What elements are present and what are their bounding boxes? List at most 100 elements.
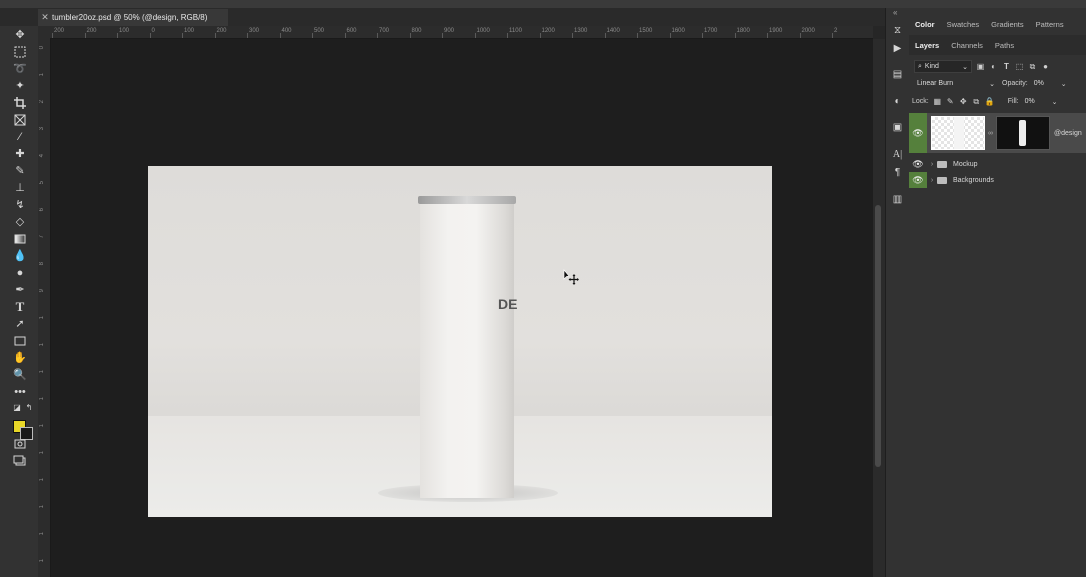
ruler-tick bbox=[734, 33, 736, 38]
layer-mask-thumbnail[interactable] bbox=[996, 116, 1050, 150]
type-filter-icon[interactable]: T bbox=[1002, 62, 1011, 71]
3d-panel-icon[interactable]: ▥ bbox=[891, 193, 904, 206]
ruler-tick bbox=[214, 33, 216, 38]
tab-patterns[interactable]: Patterns bbox=[1030, 20, 1070, 29]
shape-filter-icon[interactable]: ⬚ bbox=[1015, 62, 1024, 71]
opacity-dropdown-icon[interactable]: ⌄ bbox=[1061, 80, 1067, 88]
crop-icon[interactable] bbox=[13, 96, 27, 110]
lock-row: Lock: ▦ ✎ ✥ ⧉ 🔒 Fill: 0% ⌄ bbox=[909, 96, 1086, 107]
tab-color[interactable]: Color bbox=[909, 20, 941, 29]
layer-row-backgrounds[interactable]: 👁 › Backgrounds bbox=[909, 172, 1086, 188]
clone-stamp-icon[interactable]: ⊥ bbox=[13, 181, 27, 195]
layer-name: @design bbox=[1054, 129, 1082, 137]
adjustments-panel-icon[interactable]: ◐ bbox=[891, 95, 904, 108]
properties-panel-icon[interactable]: ▣ bbox=[891, 121, 904, 134]
opacity-input[interactable]: 0% bbox=[1031, 78, 1057, 89]
ruler-tick bbox=[84, 33, 86, 38]
more-icon[interactable]: ••• bbox=[13, 385, 27, 399]
rectangle-icon[interactable] bbox=[13, 334, 27, 348]
ruler-tick bbox=[117, 33, 118, 38]
ruler-tick bbox=[52, 33, 53, 38]
tab-paths[interactable]: Paths bbox=[989, 41, 1020, 50]
move-icon[interactable]: ✥ bbox=[13, 28, 27, 42]
actions-panel-icon[interactable]: ▶ bbox=[891, 42, 904, 55]
dodge-icon[interactable]: ● bbox=[13, 266, 27, 280]
magic-wand-icon[interactable]: ✦ bbox=[13, 79, 27, 93]
libraries-panel-icon[interactable]: ▤ bbox=[891, 68, 904, 81]
tab-gradients[interactable]: Gradients bbox=[985, 20, 1030, 29]
ruler-tick-label: 2 bbox=[834, 28, 838, 34]
ruler-tick-label: 1 bbox=[39, 505, 45, 509]
document-tab[interactable]: ✕ tumbler20oz.psd @ 50% (@design, RGB/8) bbox=[38, 9, 228, 26]
eyedropper-icon[interactable]: ⁄ bbox=[13, 130, 27, 144]
smart-object-filter-icon[interactable]: ⧉ bbox=[1028, 62, 1037, 71]
close-tab-icon[interactable]: ✕ bbox=[38, 12, 52, 23]
swap-colors-icon[interactable]: ↰ bbox=[22, 401, 36, 415]
vertical-scrollbar-thumb[interactable] bbox=[875, 205, 881, 467]
zoom-icon[interactable]: 🔍 bbox=[13, 368, 27, 382]
ruler-tick-label: 8 bbox=[39, 262, 45, 266]
ruler-tick-label: 1100 bbox=[509, 28, 522, 34]
blend-mode-select[interactable]: Linear Burn ⌄ bbox=[914, 78, 998, 89]
visibility-eye-icon[interactable]: 👁 bbox=[909, 156, 927, 172]
healing-brush-icon[interactable]: ✚ bbox=[13, 147, 27, 161]
visibility-eye-icon[interactable]: 👁 bbox=[909, 172, 927, 188]
ruler-tick bbox=[832, 33, 833, 38]
chevron-down-icon: ⌄ bbox=[962, 63, 968, 71]
ruler-tick-label: 3 bbox=[39, 127, 45, 131]
screen-mode-icon[interactable] bbox=[13, 454, 27, 468]
lock-transparent-icon[interactable]: ▦ bbox=[933, 97, 942, 106]
eraser-icon[interactable]: ◇ bbox=[13, 215, 27, 229]
right-panel: Color Swatches Gradients Patterns Layers… bbox=[909, 8, 1086, 577]
hand-icon[interactable]: ✋ bbox=[13, 351, 27, 365]
fill-dropdown-icon[interactable]: ⌄ bbox=[1052, 98, 1058, 106]
history-brush-icon[interactable]: ↯ bbox=[13, 198, 27, 212]
pen-icon[interactable]: ✒ bbox=[13, 283, 27, 297]
ruler-tick bbox=[669, 33, 671, 38]
marquee-icon[interactable] bbox=[13, 45, 27, 59]
history-panel-icon[interactable]: ⧖ bbox=[891, 24, 904, 37]
pixel-filter-icon[interactable]: ▣ bbox=[976, 62, 985, 71]
ruler-tick-label: 100 bbox=[119, 28, 130, 34]
layer-row-mockup[interactable]: 👁 › Mockup bbox=[909, 156, 1086, 172]
mask-link-icon[interactable]: ∞ bbox=[988, 130, 996, 137]
ruler-tick bbox=[247, 33, 248, 38]
layer-name: Backgrounds bbox=[953, 176, 994, 184]
document-canvas[interactable]: DE bbox=[148, 166, 772, 517]
lock-position-icon[interactable]: ✥ bbox=[959, 97, 968, 106]
ruler-tick bbox=[702, 33, 703, 38]
tab-channels[interactable]: Channels bbox=[945, 41, 989, 50]
brush-icon[interactable]: ✎ bbox=[13, 164, 27, 178]
chevron-right-icon[interactable]: › bbox=[927, 161, 937, 168]
type-icon[interactable]: T bbox=[13, 300, 27, 314]
tab-layers[interactable]: Layers bbox=[909, 41, 945, 50]
frame-icon[interactable] bbox=[13, 113, 27, 127]
ruler-tick-label: 2000 bbox=[801, 28, 815, 34]
ruler-tick bbox=[799, 33, 801, 38]
collapse-panels-button[interactable]: « bbox=[893, 8, 897, 17]
ruler-tick-label: 700 bbox=[379, 28, 390, 34]
quick-mask-icon[interactable] bbox=[13, 437, 27, 451]
ruler-tick-label: 1700 bbox=[704, 28, 718, 34]
visibility-eye-icon[interactable]: 👁 bbox=[909, 113, 927, 153]
lasso-icon[interactable]: ➰ bbox=[13, 62, 27, 76]
lock-all-icon[interactable]: 🔒 bbox=[985, 97, 995, 106]
path-select-icon[interactable]: ➚ bbox=[13, 317, 27, 331]
lock-artboard-icon[interactable]: ⧉ bbox=[972, 97, 981, 106]
character-panel-icon[interactable]: A| bbox=[891, 148, 904, 161]
gradient-icon[interactable] bbox=[13, 232, 27, 246]
filter-toggle-icon[interactable]: ● bbox=[1041, 62, 1050, 71]
chevron-right-icon[interactable]: › bbox=[927, 177, 937, 184]
blur-icon[interactable]: 💧 bbox=[13, 249, 27, 263]
layer-row-design[interactable]: 👁 ∞ @design bbox=[909, 113, 1086, 153]
fill-input[interactable]: 0% bbox=[1022, 96, 1048, 107]
ruler-tick-label: 1 bbox=[39, 424, 45, 428]
ruler-tick-label: 7 bbox=[39, 235, 45, 239]
lock-image-icon[interactable]: ✎ bbox=[946, 97, 955, 106]
layer-filter-select[interactable]: ⌕ Kind ⌄ bbox=[914, 60, 972, 73]
ruler-tick-label: 1 bbox=[39, 343, 45, 347]
adjustment-filter-icon[interactable]: ◐ bbox=[989, 62, 998, 71]
paragraph-panel-icon[interactable]: ¶ bbox=[891, 166, 904, 179]
ruler-tick-label: 400 bbox=[281, 28, 292, 34]
tab-swatches[interactable]: Swatches bbox=[941, 20, 986, 29]
